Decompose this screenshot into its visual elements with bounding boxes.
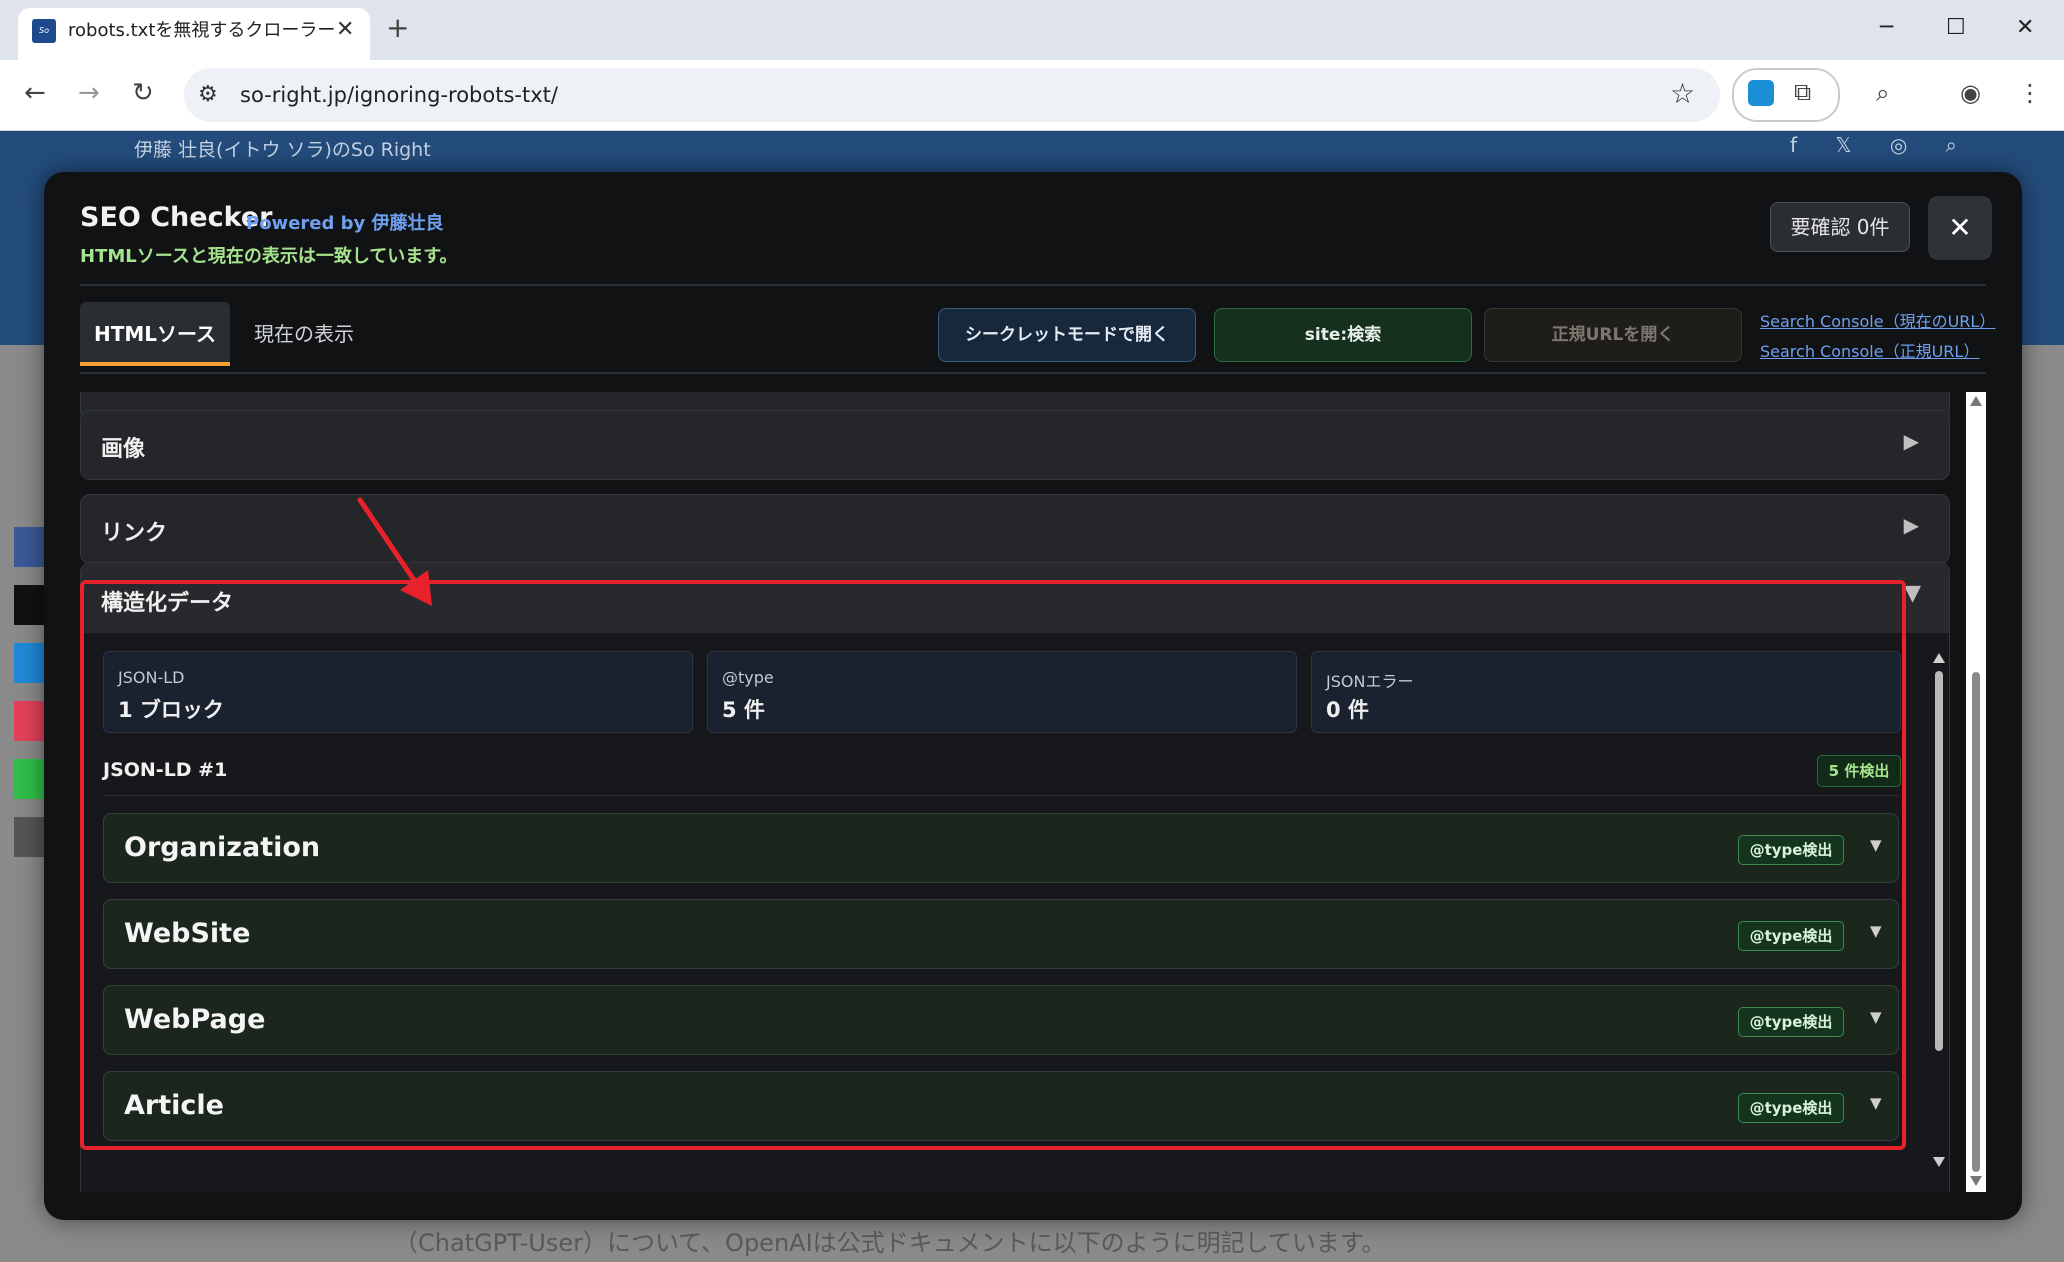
annotation-highlight-box bbox=[80, 580, 1906, 1150]
annotation-arrow-shaft bbox=[357, 497, 421, 589]
